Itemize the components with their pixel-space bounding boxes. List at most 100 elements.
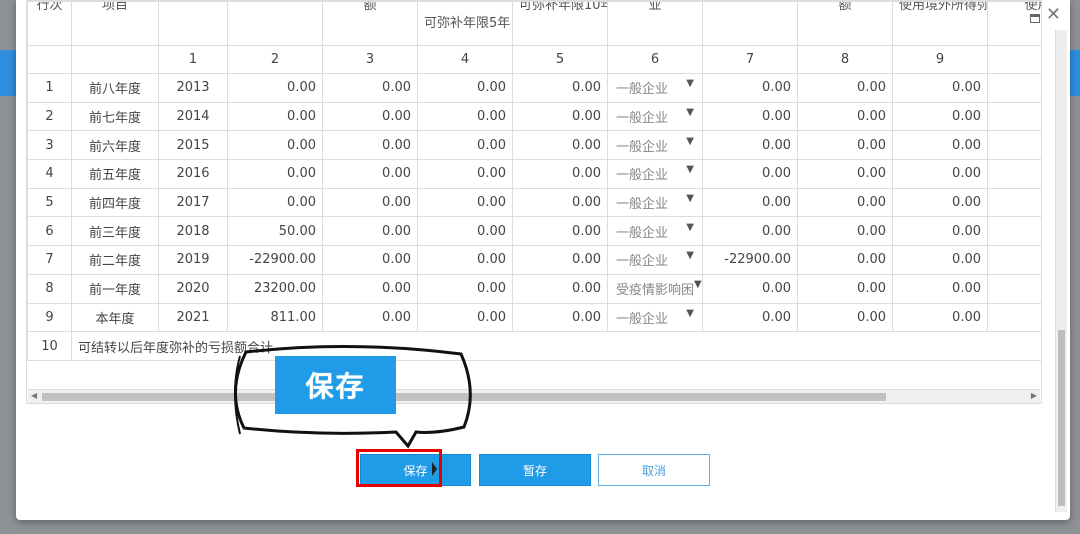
header-cell: 可弥补年限10年 bbox=[512, 1, 608, 46]
value-cell[interactable]: 0.00 bbox=[417, 216, 513, 247]
value-cell[interactable]: 0.00 bbox=[797, 101, 893, 132]
value-cell[interactable]: 0.00 bbox=[702, 273, 798, 304]
value-cell[interactable]: 0.00 bbox=[797, 302, 893, 333]
close-icon[interactable]: ✕ bbox=[1046, 4, 1061, 25]
value-cell[interactable]: 0.00 bbox=[417, 130, 513, 161]
header-cell: 业 bbox=[607, 1, 703, 46]
value-cell[interactable]: 0.00 bbox=[702, 130, 798, 161]
value-cell[interactable]: 0.00 bbox=[892, 187, 988, 218]
scroll-right-icon[interactable]: ▶ bbox=[1031, 391, 1037, 400]
value-cell[interactable]: 0.00 bbox=[512, 101, 608, 132]
value-cell[interactable]: 0.00 bbox=[227, 73, 323, 103]
horizontal-scrollbar[interactable]: ◀ ▶ bbox=[28, 389, 1040, 403]
value-cell[interactable]: 0.00 bbox=[512, 187, 608, 218]
value-cell[interactable]: 0.00 bbox=[322, 302, 418, 333]
value-cell[interactable]: 0.00 bbox=[322, 73, 418, 103]
value-cell[interactable]: 0.00 bbox=[512, 73, 608, 103]
scrollbar-thumb[interactable] bbox=[42, 393, 886, 401]
value-cell[interactable]: 0.00 bbox=[227, 101, 323, 132]
value-cell[interactable]: 50.00 bbox=[227, 216, 323, 247]
enterprise-type-select[interactable]: 一般企业 ▼ bbox=[607, 73, 703, 103]
value-cell[interactable]: 0.00 bbox=[417, 187, 513, 218]
value-cell[interactable]: 0.00 bbox=[797, 216, 893, 247]
value-cell[interactable]: 0.00 bbox=[797, 73, 893, 103]
value-cell[interactable]: 0.00 bbox=[892, 130, 988, 161]
value-cell[interactable]: 0.00 bbox=[322, 273, 418, 304]
value-cell[interactable] bbox=[987, 159, 1041, 189]
value-cell[interactable]: 0.00 bbox=[322, 187, 418, 218]
value-cell[interactable]: 0.00 bbox=[797, 187, 893, 218]
enterprise-type-select[interactable]: 一般企业 ▼ bbox=[607, 187, 703, 218]
value-cell[interactable]: 0.00 bbox=[892, 216, 988, 247]
row-year: 2021 bbox=[158, 302, 228, 333]
value-cell[interactable]: 0.00 bbox=[227, 187, 323, 218]
value-cell[interactable] bbox=[987, 216, 1041, 247]
value-cell[interactable]: 0.00 bbox=[512, 159, 608, 189]
cancel-button[interactable]: 取消 bbox=[598, 454, 710, 486]
value-cell[interactable]: 0.00 bbox=[227, 159, 323, 189]
value-cell[interactable] bbox=[987, 101, 1041, 132]
value-cell[interactable]: 0.00 bbox=[322, 159, 418, 189]
column-number: 9 bbox=[892, 45, 988, 74]
value-cell[interactable]: 0.00 bbox=[227, 130, 323, 161]
value-cell[interactable]: 0.00 bbox=[512, 245, 608, 275]
row-number: 2 bbox=[27, 101, 72, 132]
scroll-left-icon[interactable]: ◀ bbox=[31, 391, 37, 400]
header-cell bbox=[702, 1, 798, 46]
vertical-scrollbar[interactable] bbox=[1055, 30, 1067, 512]
value-cell[interactable]: 0.00 bbox=[797, 273, 893, 304]
value-cell[interactable]: -22900.00 bbox=[702, 245, 798, 275]
value-cell[interactable]: 0.00 bbox=[512, 130, 608, 161]
row-year: 2019 bbox=[158, 245, 228, 275]
value-cell[interactable]: 0.00 bbox=[892, 245, 988, 275]
value-cell[interactable] bbox=[987, 302, 1041, 333]
value-cell[interactable] bbox=[987, 273, 1041, 304]
value-cell[interactable]: 0.00 bbox=[892, 159, 988, 189]
value-cell[interactable]: 0.00 bbox=[512, 302, 608, 333]
value-cell[interactable]: 0.00 bbox=[702, 187, 798, 218]
enterprise-type-select[interactable]: 一般企业 ▼ bbox=[607, 216, 703, 247]
value-cell[interactable]: 0.00 bbox=[322, 130, 418, 161]
enterprise-type-select[interactable]: 受疫情影响困 ▼ bbox=[607, 273, 703, 304]
value-cell[interactable]: 0.00 bbox=[702, 216, 798, 247]
value-cell[interactable]: 0.00 bbox=[702, 73, 798, 103]
value-cell[interactable]: 0.00 bbox=[322, 216, 418, 247]
value-cell[interactable]: 0.00 bbox=[892, 302, 988, 333]
column-number: 4 bbox=[417, 45, 513, 74]
value-cell[interactable]: 0.00 bbox=[417, 101, 513, 132]
value-cell[interactable]: 0.00 bbox=[417, 73, 513, 103]
value-cell[interactable]: 0.00 bbox=[702, 302, 798, 333]
enterprise-type-select[interactable]: 一般企业 ▼ bbox=[607, 130, 703, 161]
save-button[interactable]: 保存 bbox=[360, 454, 471, 486]
value-cell[interactable]: 0.00 bbox=[797, 159, 893, 189]
value-cell[interactable]: 0.00 bbox=[702, 101, 798, 132]
enterprise-type-select[interactable]: 一般企业 ▼ bbox=[607, 245, 703, 275]
temp-save-button[interactable]: 暂存 bbox=[479, 454, 591, 486]
value-cell[interactable]: 0.00 bbox=[417, 245, 513, 275]
value-cell[interactable]: 0.00 bbox=[512, 216, 608, 247]
value-cell[interactable]: 0.00 bbox=[417, 273, 513, 304]
value-cell[interactable]: 0.00 bbox=[797, 130, 893, 161]
header-cell: 使用 bbox=[987, 1, 1041, 46]
value-cell[interactable]: 23200.00 bbox=[227, 273, 323, 304]
value-cell[interactable]: -22900.00 bbox=[227, 245, 323, 275]
value-cell[interactable] bbox=[987, 73, 1041, 103]
value-cell[interactable]: 0.00 bbox=[702, 159, 798, 189]
value-cell[interactable] bbox=[987, 245, 1041, 275]
value-cell[interactable]: 0.00 bbox=[512, 273, 608, 304]
value-cell[interactable]: 0.00 bbox=[322, 101, 418, 132]
row-item: 前四年度 bbox=[71, 187, 159, 218]
value-cell[interactable]: 0.00 bbox=[417, 159, 513, 189]
value-cell[interactable]: 0.00 bbox=[892, 73, 988, 103]
value-cell[interactable]: 0.00 bbox=[417, 302, 513, 333]
value-cell[interactable]: 0.00 bbox=[892, 101, 988, 132]
value-cell[interactable]: 0.00 bbox=[797, 245, 893, 275]
enterprise-type-select[interactable]: 一般企业 ▼ bbox=[607, 159, 703, 189]
value-cell[interactable]: 0.00 bbox=[892, 273, 988, 304]
value-cell[interactable]: 0.00 bbox=[322, 245, 418, 275]
enterprise-type-select[interactable]: 一般企业 ▼ bbox=[607, 302, 703, 333]
enterprise-type-select[interactable]: 一般企业 ▼ bbox=[607, 101, 703, 132]
value-cell[interactable] bbox=[987, 130, 1041, 161]
value-cell[interactable]: 811.00 bbox=[227, 302, 323, 333]
value-cell[interactable] bbox=[987, 187, 1041, 218]
